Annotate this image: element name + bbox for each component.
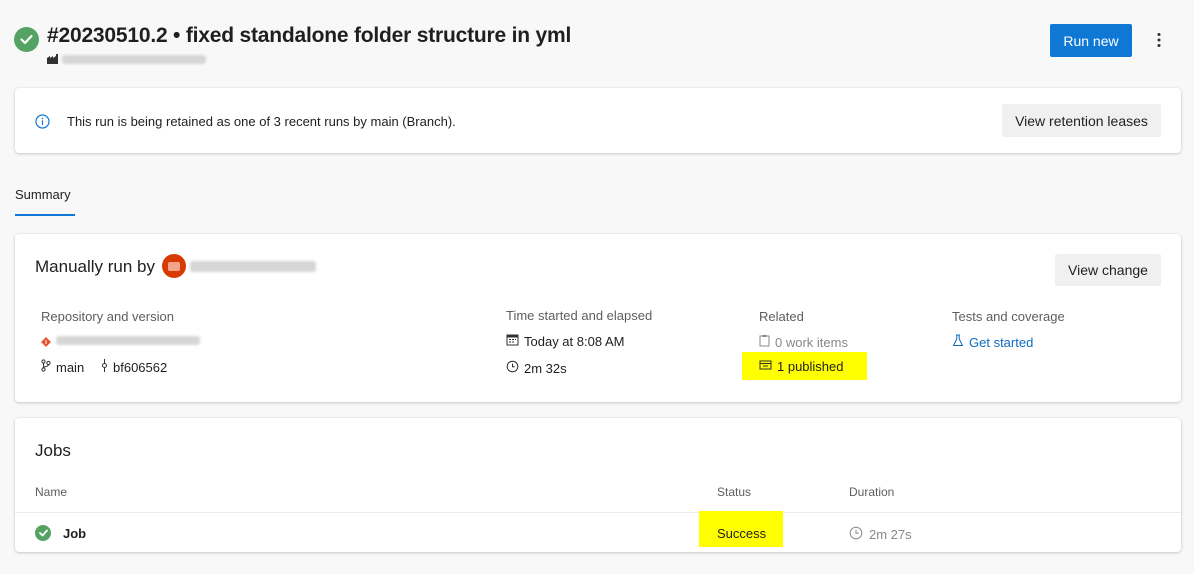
- info-icon: [35, 114, 50, 129]
- work-items: 0 work items: [759, 334, 848, 350]
- git-repo-icon: [41, 334, 51, 347]
- run-new-button[interactable]: Run new: [1050, 24, 1132, 57]
- time-heading: Time started and elapsed: [506, 308, 653, 323]
- branch[interactable]: main: [41, 359, 84, 375]
- clipboard-icon: [759, 334, 770, 350]
- view-retention-leases-button[interactable]: View retention leases: [1002, 104, 1161, 137]
- elapsed-time-value: 2m 32s: [524, 360, 567, 376]
- start-time-value: Today at 8:08 AM: [524, 333, 625, 349]
- repository-heading: Repository and version: [41, 309, 174, 324]
- jobs-divider: [15, 512, 1181, 513]
- retention-message: This run is being retained as one of 3 r…: [67, 114, 456, 129]
- column-header-status: Status: [717, 485, 752, 499]
- commit-icon: [101, 359, 108, 375]
- tab-summary[interactable]: Summary: [15, 187, 71, 202]
- get-started-label: Get started: [969, 334, 1034, 350]
- run-title: #20230510.2 • fixed standalone folder st…: [47, 24, 572, 47]
- calendar-icon: [506, 333, 519, 349]
- job-status: Success: [717, 526, 767, 541]
- jobs-title: Jobs: [35, 441, 71, 460]
- more-vertical-icon[interactable]: [1146, 26, 1172, 54]
- clock-icon: [849, 526, 863, 543]
- jobs-card: [15, 418, 1181, 552]
- pipeline-name-redacted[interactable]: [62, 55, 206, 64]
- job-duration-value: 2m 27s: [869, 527, 912, 542]
- clock-icon: [506, 360, 519, 376]
- column-header-duration: Duration: [849, 485, 895, 499]
- user-name-redacted[interactable]: [190, 261, 316, 272]
- branch-icon: [41, 359, 51, 375]
- repository-name-redacted[interactable]: [56, 336, 200, 345]
- commit-id: bf606562: [113, 359, 168, 375]
- job-duration: 2m 27s: [849, 526, 912, 543]
- branch-name: main: [56, 359, 85, 375]
- start-time: Today at 8:08 AM: [506, 333, 624, 349]
- job-success-icon: [35, 525, 51, 541]
- job-name[interactable]: Job: [63, 526, 86, 541]
- work-items-value: 0 work items: [775, 334, 848, 350]
- related-heading: Related: [759, 309, 804, 324]
- run-success-icon: [14, 27, 39, 52]
- flask-icon: [952, 334, 964, 350]
- pipeline-icon: [46, 52, 59, 64]
- elapsed-time: 2m 32s: [506, 360, 567, 376]
- triggered-by-label: Manually run by: [35, 257, 156, 276]
- column-header-name: Name: [35, 485, 68, 499]
- commit[interactable]: bf606562: [101, 359, 167, 375]
- published-artifacts[interactable]: 1 published: [759, 359, 844, 374]
- view-change-button[interactable]: View change: [1055, 254, 1161, 286]
- avatar[interactable]: [162, 254, 186, 278]
- tab-selected-indicator: [15, 214, 75, 216]
- published-value: 1 published: [777, 359, 844, 374]
- get-started-link[interactable]: Get started: [952, 334, 1033, 350]
- artifact-icon: [759, 359, 772, 374]
- tests-heading: Tests and coverage: [952, 309, 1065, 324]
